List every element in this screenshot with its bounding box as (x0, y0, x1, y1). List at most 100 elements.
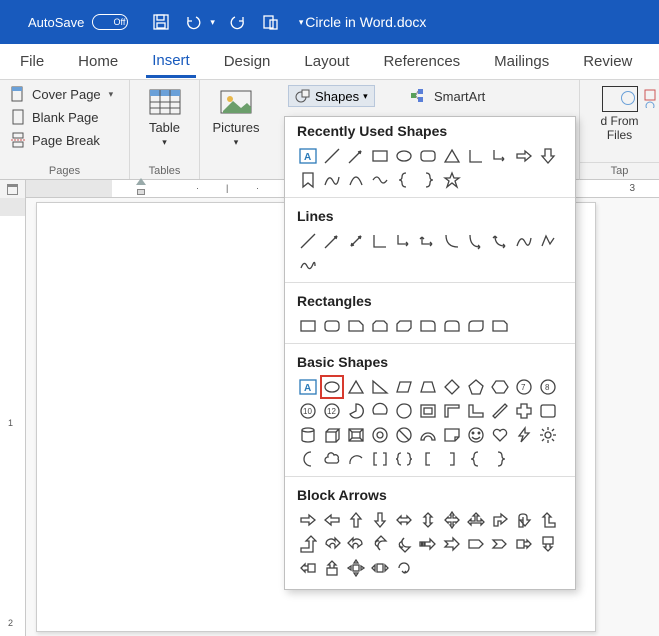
shape-arrow-circular[interactable] (393, 557, 415, 579)
shape-line-1[interactable] (297, 230, 319, 252)
cover-page-button[interactable]: Cover Page▾ (8, 84, 121, 104)
shape-l-connector[interactable] (465, 145, 487, 167)
shape-arrow-curved-down[interactable] (393, 533, 415, 555)
shape-sun[interactable] (537, 424, 559, 446)
shape-donut[interactable] (369, 424, 391, 446)
autosave-control[interactable]: AutoSave Off (0, 14, 138, 30)
shape-chord[interactable] (369, 400, 391, 422)
shape-diag-stripe[interactable] (489, 400, 511, 422)
shape-teardrop[interactable] (393, 400, 415, 422)
shape-arrow-updown[interactable] (417, 509, 439, 531)
shape-arrow-bent-up[interactable] (297, 533, 319, 555)
shape-elbow[interactable] (369, 230, 391, 252)
shape-oval-highlighted[interactable] (321, 376, 343, 398)
shape-arc-2[interactable] (345, 448, 367, 470)
shape-parallelogram[interactable] (393, 376, 415, 398)
shape-arrow-curved-up[interactable] (369, 533, 391, 555)
shape-elbow-arrow[interactable] (489, 145, 511, 167)
shapes-button[interactable]: Shapes ▾ (288, 85, 375, 107)
shape-pentagon[interactable] (465, 376, 487, 398)
shape-arrow-chevron[interactable] (489, 533, 511, 555)
shape-diamond[interactable] (441, 376, 463, 398)
shape-curve[interactable] (321, 169, 343, 191)
shape-arrow-callout-lr[interactable] (369, 557, 391, 579)
shape-decagon[interactable]: 10 (297, 400, 319, 422)
shape-curve-conn[interactable] (441, 230, 463, 252)
page-break-button[interactable]: Page Break (8, 130, 121, 150)
shape-arrow-callout-quad[interactable] (345, 557, 367, 579)
shape-cube[interactable] (321, 424, 343, 446)
shape-hexagon[interactable] (489, 376, 511, 398)
shape-cloud[interactable] (321, 448, 343, 470)
shape-no-symbol[interactable] (393, 424, 415, 446)
undo-chevron-icon[interactable]: ▾ (210, 17, 215, 28)
shape-rect-round2[interactable] (441, 315, 463, 337)
shape-smiley[interactable] (465, 424, 487, 446)
shape-arrow-callout-left[interactable] (297, 557, 319, 579)
shape-triangle-2[interactable] (345, 376, 367, 398)
find-files-icon[interactable] (602, 86, 638, 112)
tab-insert[interactable]: Insert (146, 46, 196, 78)
shape-arrow-uturn[interactable] (513, 509, 535, 531)
shape-textbox-2[interactable]: A (297, 376, 319, 398)
tab-mailings[interactable]: Mailings (488, 47, 555, 76)
shape-moon[interactable] (297, 448, 319, 470)
shape-lightning[interactable] (513, 424, 535, 446)
shape-rect-snip-diag[interactable] (393, 315, 415, 337)
shape-rect-round-diag[interactable] (465, 315, 487, 337)
shape-arc[interactable] (345, 169, 367, 191)
autosave-toggle[interactable]: Off (92, 14, 128, 30)
ruler-corner[interactable] (0, 180, 26, 198)
tab-file[interactable]: File (14, 47, 50, 76)
shape-arrow-notched[interactable] (441, 533, 463, 555)
shape-left-brace-2[interactable] (465, 448, 487, 470)
shape-arrow-leftright[interactable] (393, 509, 415, 531)
shape-l-shape[interactable] (465, 400, 487, 422)
shape-down-arrow[interactable] (537, 145, 559, 167)
redo-icon[interactable] (229, 13, 247, 31)
shape-cross[interactable] (513, 400, 535, 422)
paste-icon[interactable] (261, 13, 279, 31)
shape-star[interactable] (441, 169, 463, 191)
shape-text-box[interactable]: A (297, 145, 319, 167)
shape-line-double-arrow[interactable] (345, 230, 367, 252)
tab-layout[interactable]: Layout (298, 47, 355, 76)
tab-design[interactable]: Design (218, 47, 277, 76)
shape-arrow-callout-up[interactable] (321, 557, 343, 579)
indent-marker[interactable] (136, 178, 146, 195)
shape-double-brace[interactable] (393, 448, 415, 470)
shape-rectangle[interactable] (369, 145, 391, 167)
shape-right-bracket[interactable] (441, 448, 463, 470)
shape-rect-round[interactable] (321, 315, 343, 337)
shape-rounded-rect[interactable] (417, 145, 439, 167)
shape-curve-double[interactable] (489, 230, 511, 252)
pictures-button[interactable]: Pictures ▾ (208, 84, 264, 148)
shape-freeform[interactable] (537, 230, 559, 252)
shape-elbow-double[interactable] (417, 230, 439, 252)
blank-page-button[interactable]: Blank Page (8, 107, 121, 127)
tab-references[interactable]: References (377, 47, 466, 76)
shape-arrow-bent[interactable] (489, 509, 511, 531)
shape-bevel[interactable] (345, 424, 367, 446)
smartart-button[interactable]: SmartArt (410, 88, 485, 104)
shape-line[interactable] (321, 145, 343, 167)
shape-half-frame[interactable] (441, 400, 463, 422)
shape-plaque[interactable] (537, 400, 559, 422)
shape-arrow-callout-down[interactable] (537, 533, 559, 555)
vertical-ruler[interactable]: 1 2 (0, 198, 26, 636)
shape-octagon[interactable]: 8 (537, 376, 559, 398)
shape-triangle[interactable] (441, 145, 463, 167)
undo-icon[interactable] (184, 13, 202, 31)
shape-heart[interactable] (489, 424, 511, 446)
shape-pie[interactable] (345, 400, 367, 422)
table-button[interactable]: Table ▾ (138, 84, 191, 148)
shape-arrow-striped[interactable] (417, 533, 439, 555)
tab-review[interactable]: Review (577, 47, 638, 76)
shape-left-brace[interactable] (393, 169, 415, 191)
shape-block-arc[interactable] (417, 424, 439, 446)
shape-arrow-quad[interactable] (441, 509, 463, 531)
shape-arrow-leftup[interactable] (537, 509, 559, 531)
shape-elbow-arrow-2[interactable] (393, 230, 415, 252)
shape-right-triangle[interactable] (369, 376, 391, 398)
shape-line-arrow[interactable] (345, 145, 367, 167)
